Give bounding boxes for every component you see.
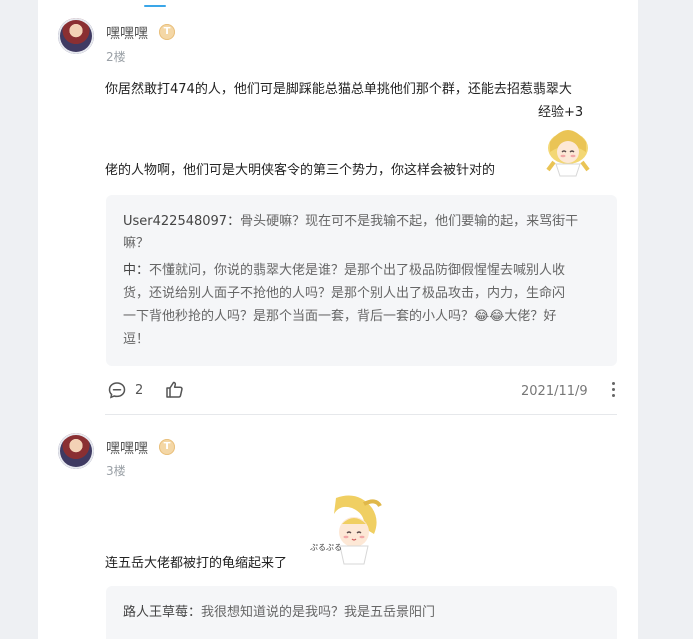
reply-separator: ： bbox=[188, 605, 202, 620]
username[interactable]: 嘿嘿嘿 bbox=[106, 23, 148, 43]
post-content-line: 连五岳大佬都被打的龟缩起来了 bbox=[105, 556, 288, 571]
reply-user[interactable]: User422548097 bbox=[123, 214, 227, 229]
post-date: 2021/11/9 bbox=[521, 384, 588, 399]
reply-text-line: 一下背他秒抢的人吗？是那个当面一套，背后一套的小人吗？😂😂大佬？好 bbox=[123, 309, 557, 324]
reply-separator: ： bbox=[136, 263, 150, 278]
post-card: 嘿嘿嘿 T 2楼 你居然敢打474的人，他们可是脚踩能总猫总单挑他们那个群，还能… bbox=[38, 0, 638, 639]
reply-text-line: 逗！ bbox=[123, 332, 150, 347]
sticker-image: 经验+3 bbox=[532, 100, 602, 178]
post-content-line: 你居然敢打474的人，他们可是脚踩能总猫总单挑他们那个群，还能去招惹翡翠大 bbox=[105, 82, 572, 97]
reply-text-line: 嘛？ bbox=[123, 236, 150, 251]
username[interactable]: 嘿嘿嘿 bbox=[106, 438, 148, 458]
reply-text: 不懂就问，你说的翡翠大佬是谁？是那个出了极品防御假惺惺去喊别人收 bbox=[149, 263, 566, 278]
avatar[interactable] bbox=[58, 433, 94, 469]
reply-item[interactable]: User422548097：骨头硬嘛？现在可不是我输不起，他们要输的起，来骂街干 bbox=[123, 210, 578, 233]
reply-user[interactable]: 中 bbox=[123, 263, 136, 278]
like-icon[interactable] bbox=[165, 380, 184, 399]
floor-number: 3楼 bbox=[106, 464, 126, 478]
reply-text: 骨头硬嘛？现在可不是我输不起，他们要输的起，来骂街干 bbox=[240, 214, 579, 229]
reply-text-line: 货，还说给别人面子不抢他的人吗？是那个别人出了极品攻击，内力，生命闪 bbox=[123, 286, 566, 301]
post-content-line: 佬的人物啊，他们可是大明侠客令的第三个势力，你这样会被针对的 bbox=[105, 163, 496, 178]
tab-indicator bbox=[144, 5, 166, 7]
reply-user[interactable]: 路人王草莓 bbox=[123, 605, 188, 620]
comment-count: 2 bbox=[135, 383, 144, 398]
sticker-caption: ぷるぷる bbox=[310, 543, 342, 552]
sticker-caption: 经验+3 bbox=[538, 104, 583, 120]
comment-icon[interactable] bbox=[108, 381, 126, 399]
reply-box: User422548097：骨头硬嘛？现在可不是我输不起，他们要输的起，来骂街干… bbox=[106, 195, 617, 366]
reply-box: 路人王草莓：我很想知道说的是我吗？我是五岳景阳门 bbox=[106, 586, 617, 639]
divider bbox=[105, 414, 617, 415]
reply-item[interactable]: 中：不懂就问，你说的翡翠大佬是谁？是那个出了极品防御假惺惺去喊别人收 bbox=[123, 259, 565, 282]
avatar[interactable] bbox=[58, 18, 94, 54]
reply-separator: ： bbox=[227, 214, 241, 229]
floor-number: 2楼 bbox=[106, 50, 126, 64]
reply-text: 我很想知道说的是我吗？我是五岳景阳门 bbox=[201, 605, 436, 620]
more-icon[interactable] bbox=[612, 382, 616, 398]
level-badge: T bbox=[159, 439, 175, 455]
sticker-image: ぷるぷる bbox=[306, 490, 386, 568]
level-badge: T bbox=[159, 24, 175, 40]
reply-item[interactable]: 路人王草莓：我很想知道说的是我吗？我是五岳景阳门 bbox=[123, 601, 435, 624]
